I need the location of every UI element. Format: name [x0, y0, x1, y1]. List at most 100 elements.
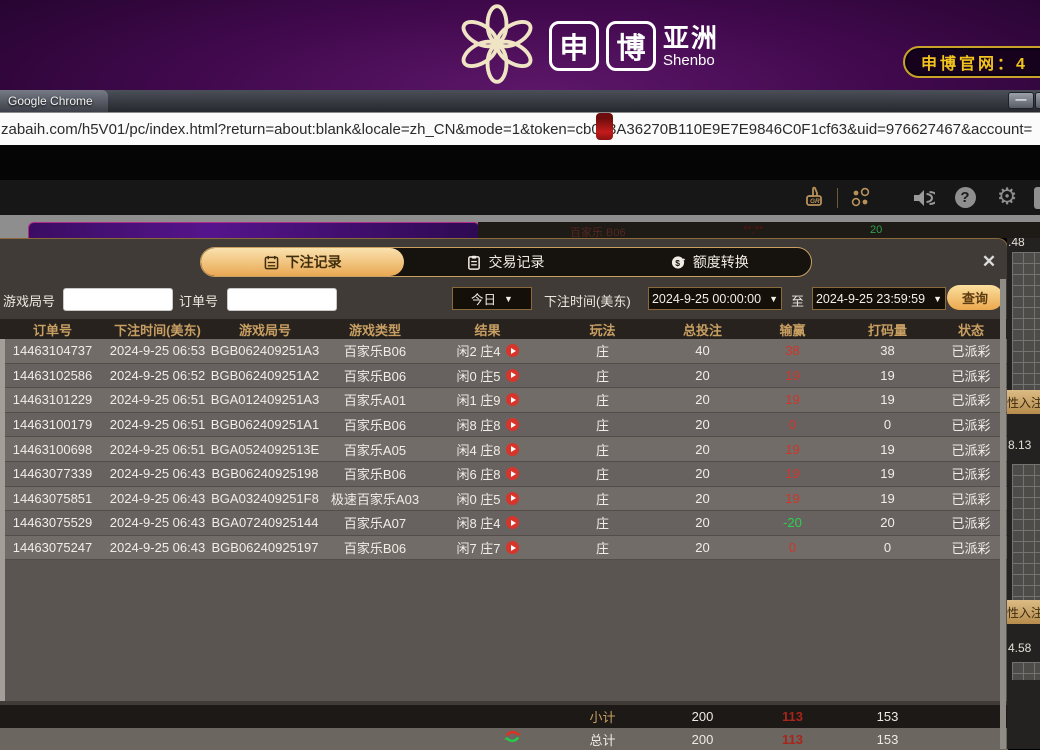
maximize-button[interactable]	[1035, 92, 1040, 109]
help-icon[interactable]: ?	[948, 183, 982, 213]
status-cell: 已派彩	[935, 440, 1007, 459]
tab-label: 下注记录	[286, 252, 342, 272]
win-cell: -20	[745, 515, 840, 530]
win-cell: 19	[745, 442, 840, 457]
turnover-cell: 19	[840, 442, 935, 457]
volume-icon[interactable]	[906, 183, 940, 213]
play-icon[interactable]	[506, 418, 519, 431]
order-no-label: 订单号	[179, 291, 218, 310]
order-cell: 14463077339	[0, 466, 105, 481]
round-cell: BGB062409251A3	[210, 343, 320, 358]
total-turnover: 153	[840, 732, 935, 747]
search-button[interactable]: 查询	[947, 285, 1003, 310]
left-scrollbar[interactable]	[0, 339, 5, 701]
game-round-label: 游戏局号	[3, 291, 55, 310]
like-gr-icon[interactable]: GR	[797, 183, 831, 213]
svg-text:$: $	[675, 257, 680, 267]
subtotal-row: 小计 200 113 153	[0, 705, 1007, 728]
play-cell: 庄	[545, 341, 660, 360]
order-cell: 14463075529	[0, 515, 105, 530]
refresh-icon[interactable]	[504, 729, 521, 749]
red-artifact	[596, 113, 613, 140]
play-cell: 庄	[545, 440, 660, 459]
order-cell: 14463104737	[0, 343, 105, 358]
chevron-down-icon: ▼	[504, 294, 513, 304]
tab-bet-records[interactable]: 下注记录	[201, 248, 404, 276]
roadmap-grid	[1012, 662, 1040, 680]
game-cell: 百家乐B06	[320, 415, 430, 434]
order-cell: 14463101229	[0, 392, 105, 407]
status-cell: 已派彩	[935, 538, 1007, 557]
win-cell: 19	[745, 491, 840, 506]
bet-strip-button[interactable]: 性入注	[1007, 600, 1040, 624]
order-cell: 14463075851	[0, 491, 105, 506]
table-row: 144630758512024-9-25 06:43BGA032409251F8…	[0, 487, 1007, 512]
win-cell: 0	[745, 417, 840, 432]
play-icon[interactable]	[506, 344, 519, 357]
table-row: 144631001792024-9-25 06:51BGB062409251A1…	[0, 413, 1007, 438]
minimize-button[interactable]: —	[1008, 92, 1034, 109]
result-cell: 闲0 庄5	[430, 489, 545, 508]
play-icon[interactable]	[506, 467, 519, 480]
result-text: 闲2 庄4	[456, 341, 500, 360]
brand-logo: 申 博 亚洲 Shenbo	[452, 2, 719, 90]
toolbar-divider	[837, 188, 838, 208]
play-icon[interactable]	[506, 369, 519, 382]
round-cell: BGA0524092513E	[210, 442, 320, 457]
turnover-cell: 19	[840, 466, 935, 481]
table-row: 144630755292024-9-25 06:43BGA07240925144…	[0, 511, 1007, 536]
edge-panel-handle-icon[interactable]	[1034, 187, 1040, 209]
tab-label: 交易记录	[488, 252, 544, 272]
date-from-select[interactable]: 2024-9-25 00:00:00 ▼	[648, 287, 782, 310]
table-row: 144631012292024-9-25 06:51BGA012409251A3…	[0, 388, 1007, 413]
win-cell: 19	[745, 466, 840, 481]
roadmap-grid	[1012, 252, 1040, 390]
play-icon[interactable]	[506, 443, 519, 456]
order-cell: 14463102586	[0, 368, 105, 383]
result-cell: 闲4 庄8	[430, 440, 545, 459]
status-cell: 已派彩	[935, 366, 1007, 385]
bet-strip-button[interactable]: 性入注	[1007, 390, 1040, 414]
result-text: 闲8 庄8	[456, 415, 500, 434]
play-icon[interactable]	[506, 541, 519, 554]
black-band	[0, 145, 1040, 180]
side-value-1: 8.13	[1008, 438, 1031, 452]
quick-range-select[interactable]: 今日 ▼	[452, 287, 532, 310]
time-cell: 2024-9-25 06:51	[105, 442, 210, 457]
col-header: 游戏类型	[320, 320, 430, 339]
time-cell: 2024-9-25 06:51	[105, 417, 210, 432]
subtotal-label: 小计	[545, 707, 660, 726]
chrome-title-bar	[0, 90, 1040, 113]
status-cell: 已派彩	[935, 415, 1007, 434]
right-scrollbar[interactable]	[1000, 279, 1006, 749]
time-cell: 2024-9-25 06:53	[105, 343, 210, 358]
settings-gear-icon[interactable]: ⚙	[990, 183, 1024, 213]
game-round-input[interactable]	[63, 288, 173, 311]
table-row: 144630773392024-9-25 06:43BGB06240925198…	[0, 462, 1007, 487]
play-icon[interactable]	[506, 516, 519, 529]
url-text: zabaih.com/h5V01/pc/index.html?return=ab…	[0, 121, 1032, 138]
tab-credit-transfer[interactable]: $ 额度转换	[608, 248, 811, 276]
col-header: 游戏局号	[210, 320, 320, 339]
chips-dots-icon[interactable]	[844, 183, 878, 213]
result-cell: 闲8 庄4	[430, 513, 545, 532]
table-row: 144630752472024-9-25 06:43BGB06240925197…	[0, 536, 1007, 561]
play-icon[interactable]	[506, 492, 519, 505]
status-cell: 已派彩	[935, 489, 1007, 508]
result-text: 闲8 庄4	[456, 513, 500, 532]
subtotal-win: 113	[745, 709, 840, 724]
play-icon[interactable]	[506, 393, 519, 406]
win-cell: 19	[745, 368, 840, 383]
logo-char-bo: 博	[606, 21, 656, 71]
table-row: 144631025862024-9-25 06:52BGB062409251A2…	[0, 364, 1007, 389]
close-icon[interactable]: ✕	[978, 251, 1000, 273]
official-site-button[interactable]: 申博官网：4	[903, 46, 1040, 78]
tab-transaction-records[interactable]: 交易记录	[404, 248, 607, 276]
date-to-select[interactable]: 2024-9-25 23:59:59 ▼	[812, 287, 946, 310]
logo-region-cn: 亚洲	[663, 25, 719, 51]
col-header: 打码量	[840, 320, 935, 339]
order-no-input[interactable]	[227, 288, 337, 311]
play-cell: 庄	[545, 366, 660, 385]
url-bar[interactable]: zabaih.com/h5V01/pc/index.html?return=ab…	[0, 112, 1040, 146]
bet-cell: 40	[660, 343, 745, 358]
